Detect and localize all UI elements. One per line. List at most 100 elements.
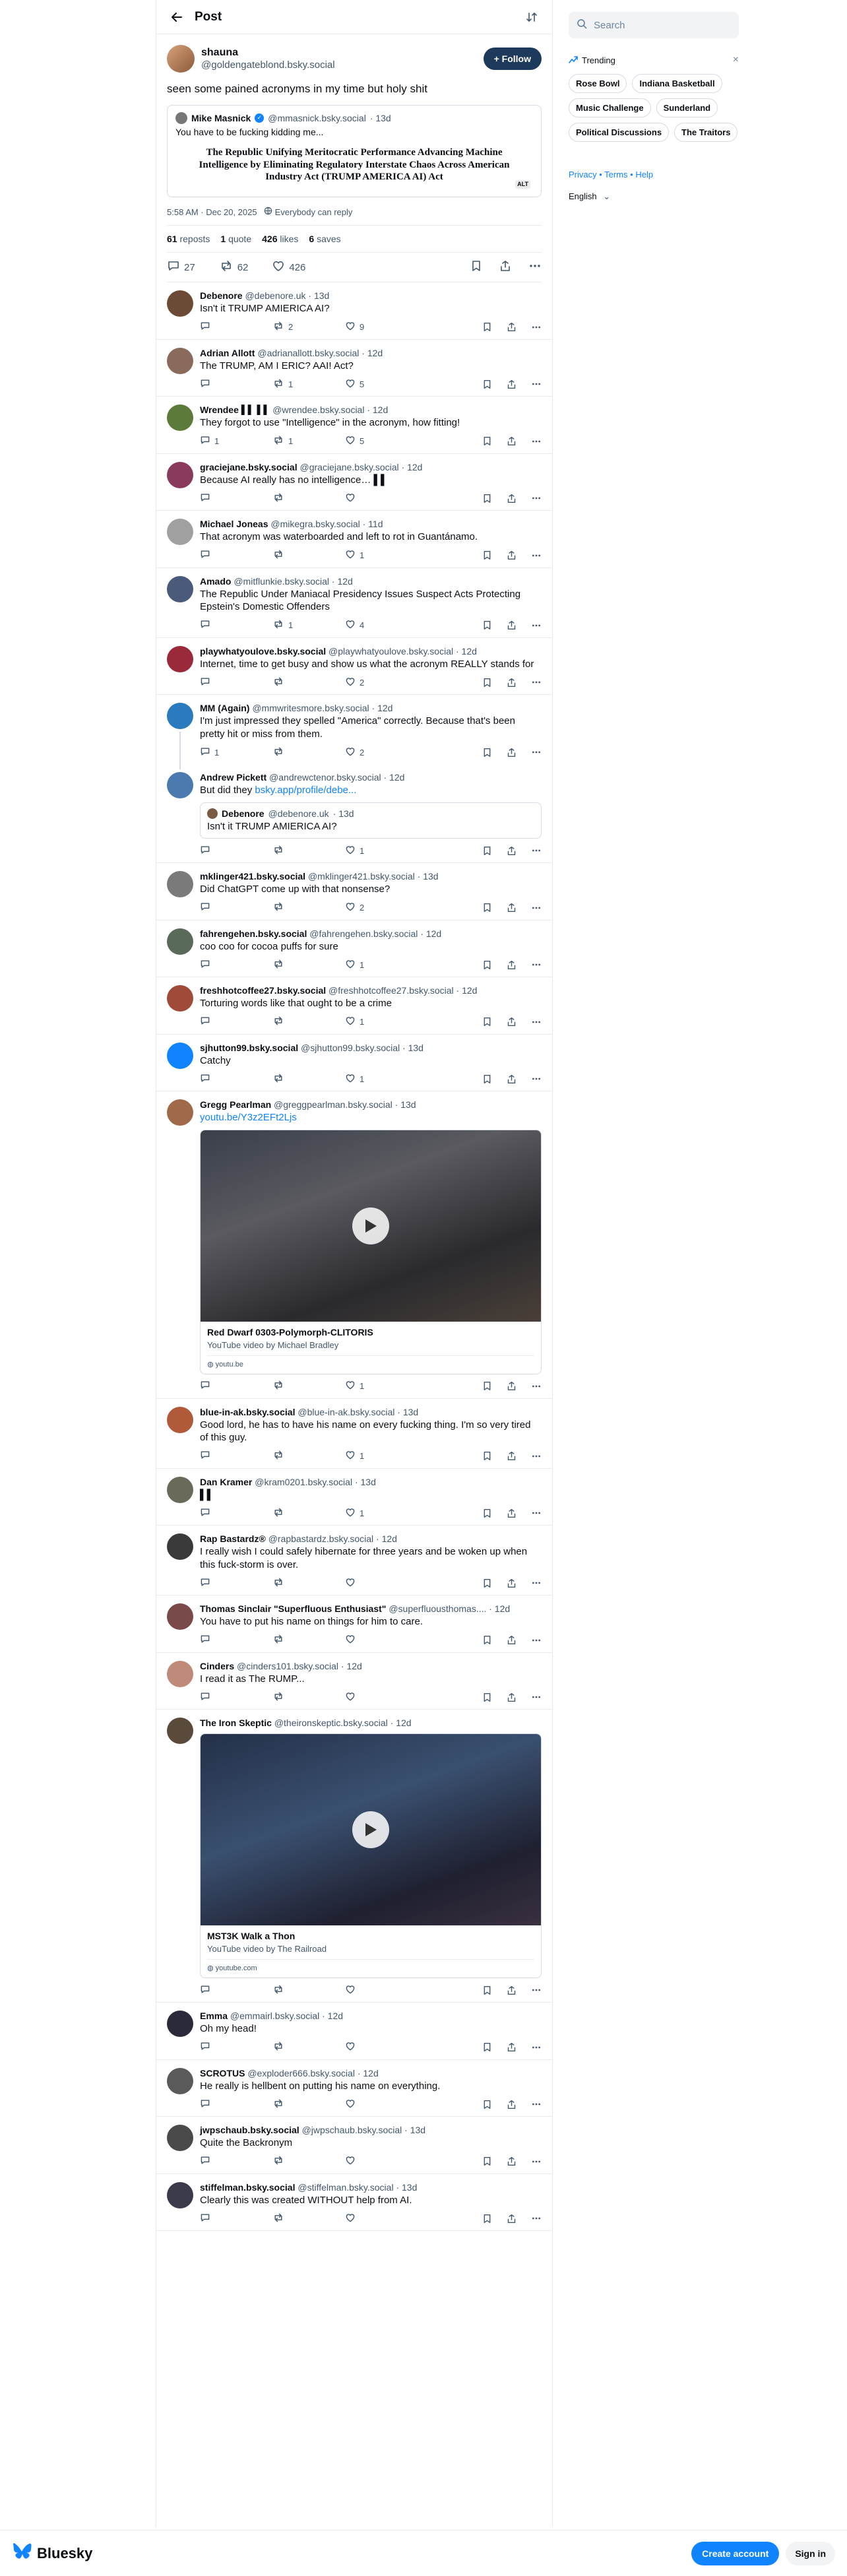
avatar[interactable] xyxy=(167,871,193,898)
repost-button[interactable] xyxy=(272,1380,345,1392)
avatar[interactable] xyxy=(167,1099,193,1126)
reply-time[interactable]: · 13d xyxy=(418,871,439,882)
share-icon[interactable] xyxy=(499,260,511,274)
reply-post[interactable]: Wrendee ▌▌ ▌▌ @wrendee.bsky.social · 12d… xyxy=(156,397,552,454)
share-icon[interactable] xyxy=(507,678,517,688)
repost-button[interactable] xyxy=(272,901,345,914)
quoted-post[interactable]: Mike Masnick ✓ @mmasnick.bsky.social · 1… xyxy=(167,104,542,198)
share-icon[interactable] xyxy=(507,1451,517,1461)
reply-post[interactable]: stiffelman.bsky.social @stiffelman.bsky.… xyxy=(156,2174,552,2232)
avatar[interactable] xyxy=(167,703,193,730)
play-icon[interactable] xyxy=(352,1207,389,1244)
like-button[interactable]: 2 xyxy=(345,676,418,689)
reply-post[interactable]: The Iron Skeptic @theironskeptic.bsky.so… xyxy=(156,1710,552,2003)
reply-post[interactable]: Dan Kramer @kram0201.bsky.social · 13d ▌▌… xyxy=(156,1469,552,1526)
more-icon[interactable] xyxy=(531,2100,542,2109)
reply-author-name[interactable]: The Iron Skeptic xyxy=(200,1718,272,1728)
reply-author-name[interactable]: SCROTUS xyxy=(200,2068,245,2078)
author-handle[interactable]: @goldengateblond.bsky.social xyxy=(201,59,484,72)
reply-time[interactable]: · 12d xyxy=(384,772,405,783)
video-thumbnail[interactable] xyxy=(201,1734,541,1926)
more-icon[interactable] xyxy=(531,960,542,969)
bookmark-icon[interactable] xyxy=(482,903,492,913)
bookmark-icon[interactable] xyxy=(482,2156,492,2166)
repost-button[interactable]: 1 xyxy=(272,435,345,447)
reply-author-name[interactable]: Andrew Pickett xyxy=(200,772,267,783)
share-icon[interactable] xyxy=(507,322,517,332)
more-icon[interactable] xyxy=(531,1382,542,1391)
trending-topic[interactable]: Sunderland xyxy=(656,98,718,117)
reply-time[interactable]: · 12d xyxy=(367,404,388,415)
reply-author-name[interactable]: playwhatyoulove.bsky.social xyxy=(200,646,326,657)
follow-button[interactable]: + Follow xyxy=(483,48,542,70)
bookmark-icon[interactable] xyxy=(482,379,492,389)
repost-button[interactable] xyxy=(272,492,345,505)
like-button[interactable]: 1 xyxy=(345,1073,418,1085)
close-icon[interactable]: × xyxy=(733,54,739,66)
reply-author-name[interactable]: Wrendee ▌▌ ▌▌ xyxy=(200,404,270,415)
reply-button[interactable] xyxy=(200,676,272,689)
reply-button[interactable] xyxy=(200,959,272,971)
reply-author-name[interactable]: MM (Again) xyxy=(200,703,249,713)
share-icon[interactable] xyxy=(507,846,517,856)
bookmark-icon[interactable] xyxy=(482,2042,492,2052)
reply-author-name[interactable]: jwpschaub.bsky.social xyxy=(200,2125,299,2135)
reply-author-handle[interactable]: @superfluousthomas.... xyxy=(389,1603,486,1614)
reply-button[interactable] xyxy=(200,2212,272,2225)
reply-time[interactable]: · 13d xyxy=(396,2182,417,2193)
avatar[interactable] xyxy=(167,645,193,672)
reply-author-handle[interactable]: @adrianallott.bsky.social xyxy=(257,348,359,358)
trending-topic[interactable]: Rose Bowl xyxy=(569,74,627,93)
reply-author-handle[interactable]: @theironskeptic.bsky.social xyxy=(274,1718,388,1728)
sign-in-button[interactable]: Sign in xyxy=(786,2541,835,2565)
like-button[interactable] xyxy=(345,2041,418,2053)
reply-post[interactable]: mklinger421.bsky.social @mklinger421.bsk… xyxy=(156,863,552,920)
brand[interactable]: Bluesky xyxy=(12,2542,92,2564)
reply-author-handle[interactable]: @debenore.uk xyxy=(245,290,305,301)
reply-author-name[interactable]: Cinders xyxy=(200,1661,234,1671)
more-icon[interactable] xyxy=(528,260,542,274)
play-icon[interactable] xyxy=(352,1811,389,1849)
reply-author-name[interactable]: Debenore xyxy=(200,290,243,301)
reply-author-handle[interactable]: @greggpearlman.bsky.social xyxy=(274,1099,392,1110)
reply-post[interactable]: Rap Bastardz® @rapbastardz.bsky.social ·… xyxy=(156,1526,552,1596)
reply-link[interactable]: bsky.app/profile/debe... xyxy=(255,785,356,796)
reply-time[interactable]: · 12d xyxy=(332,576,353,587)
avatar[interactable] xyxy=(167,461,193,488)
bookmark-icon[interactable] xyxy=(482,748,492,757)
reply-author-name[interactable]: Michael Joneas xyxy=(200,519,268,529)
reply-time[interactable]: · 12d xyxy=(420,928,441,939)
bookmark-icon[interactable] xyxy=(482,2214,492,2224)
alt-badge[interactable]: ALT xyxy=(515,179,530,189)
quote-image[interactable]: The Republic Unifying Meritocratic Perfo… xyxy=(175,143,533,191)
avatar[interactable] xyxy=(167,2067,193,2094)
repost-button[interactable]: 62 xyxy=(219,259,248,275)
reply-time[interactable]: · 13d xyxy=(402,1043,424,1053)
reply-time[interactable]: · 13d xyxy=(355,1477,376,1487)
like-button[interactable]: 4 xyxy=(345,619,418,631)
reply-button[interactable] xyxy=(200,1380,272,1392)
like-button[interactable]: 2 xyxy=(345,746,418,759)
likes-stat[interactable]: 426 likes xyxy=(262,234,298,244)
reply-post[interactable]: MM (Again) @mmwritesmore.bsky.social · 1… xyxy=(156,695,552,770)
avatar[interactable] xyxy=(167,2011,193,2038)
share-icon[interactable] xyxy=(507,379,517,389)
reply-post[interactable]: playwhatyoulove.bsky.social @playwhatyou… xyxy=(156,638,552,695)
bookmark-icon[interactable] xyxy=(482,1074,492,1084)
more-icon[interactable] xyxy=(531,494,542,503)
like-button[interactable] xyxy=(345,1691,418,1704)
more-icon[interactable] xyxy=(531,846,542,855)
like-button[interactable]: 426 xyxy=(272,259,305,275)
reply-time[interactable]: · 12d xyxy=(341,1661,362,1671)
video-thumbnail[interactable] xyxy=(201,1130,541,1322)
reply-post[interactable]: graciejane.bsky.social @graciejane.bsky.… xyxy=(156,454,552,511)
bookmark-icon[interactable] xyxy=(482,1985,492,1995)
repost-button[interactable] xyxy=(272,549,345,562)
reply-time[interactable]: · 11d xyxy=(363,519,383,529)
more-icon[interactable] xyxy=(531,903,542,913)
bookmark-icon[interactable] xyxy=(482,620,492,630)
search-input[interactable]: Search xyxy=(569,12,739,38)
avatar[interactable] xyxy=(167,1660,193,1687)
reply-author-name[interactable]: fahrengehen.bsky.social xyxy=(200,928,307,939)
reposts-stat[interactable]: 61 reposts xyxy=(167,234,210,244)
